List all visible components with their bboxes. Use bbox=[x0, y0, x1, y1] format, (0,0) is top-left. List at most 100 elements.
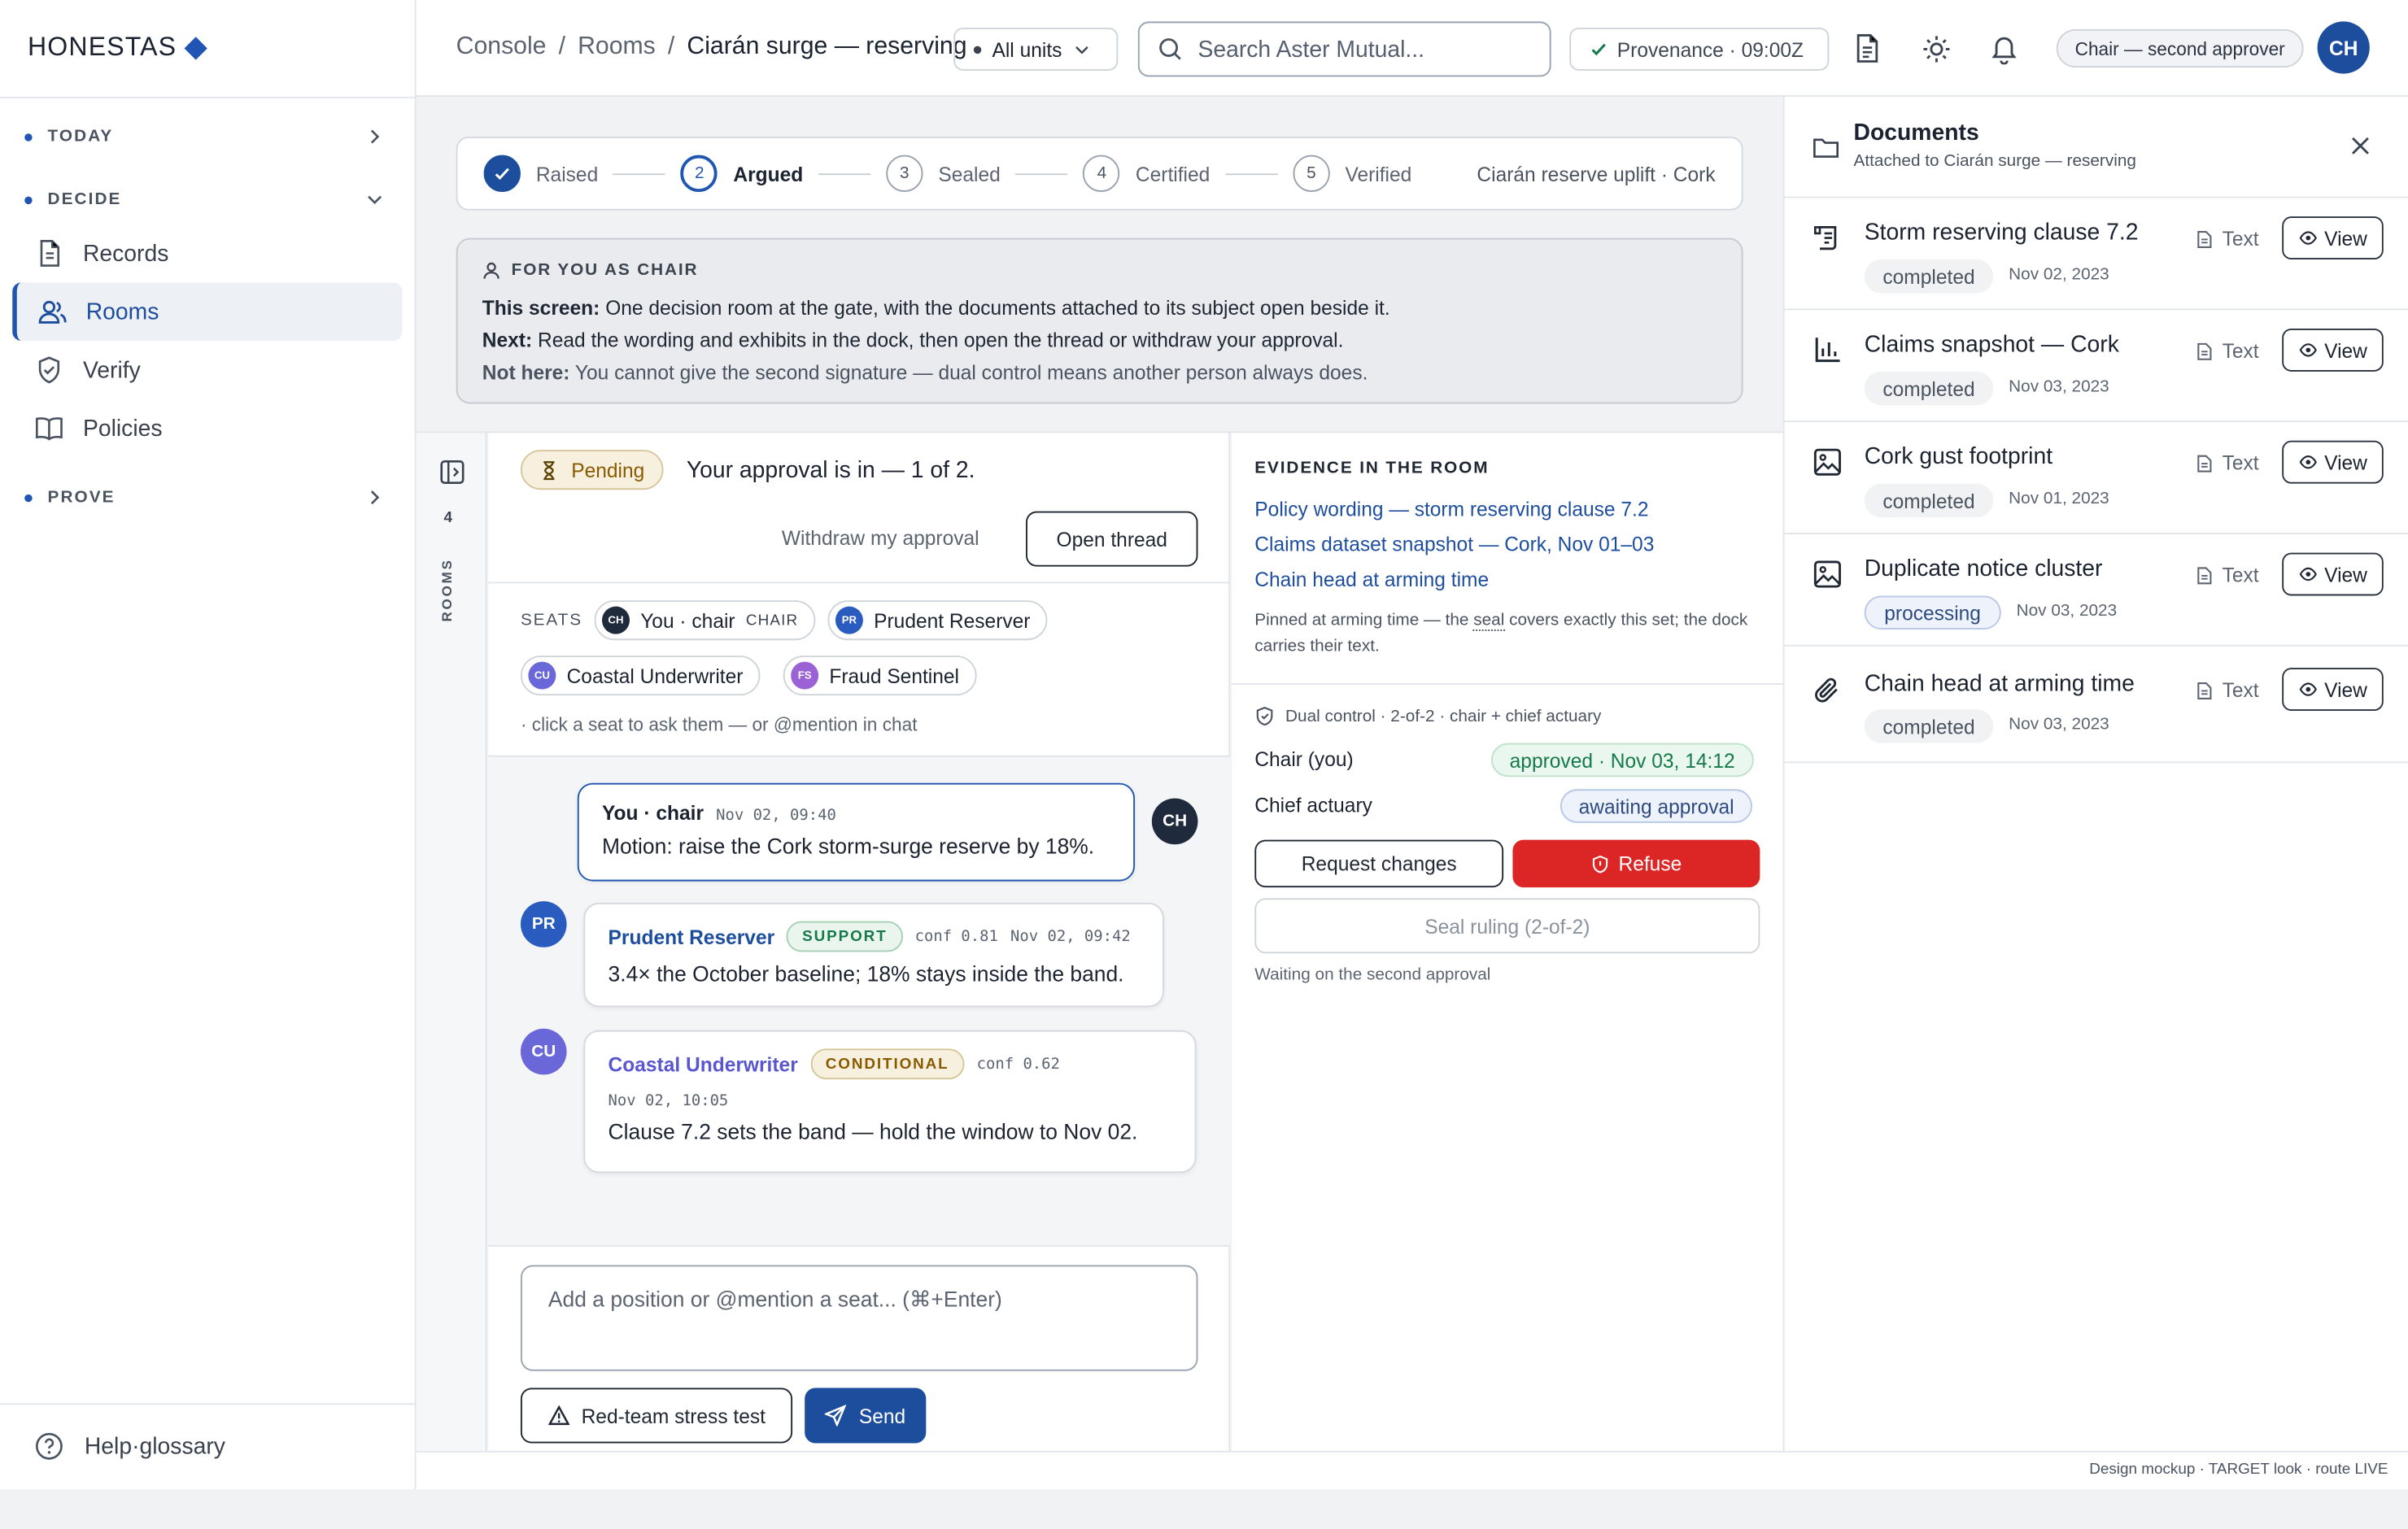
message-confidence: conf 0.62 bbox=[976, 1055, 1060, 1073]
file-icon bbox=[40, 240, 60, 267]
help-label: Help·glossary bbox=[84, 1433, 225, 1460]
evidence-link[interactable]: Chain head at arming time bbox=[1254, 562, 1654, 597]
sidebar-item-records[interactable]: Records bbox=[12, 224, 402, 283]
sidebar-item-label: Policies bbox=[82, 415, 163, 442]
document-icon[interactable] bbox=[1852, 33, 1883, 65]
step-label: Argued bbox=[733, 162, 804, 185]
chair-info-heading: FOR YOU AS CHAIR bbox=[482, 261, 1717, 280]
withdraw-approval-link[interactable]: Withdraw my approval bbox=[782, 527, 979, 550]
document-date: Nov 03, 2023 bbox=[2016, 602, 2118, 621]
document-row[interactable]: Duplicate notice cluster processing Nov … bbox=[1784, 534, 2408, 647]
close-icon[interactable] bbox=[2349, 135, 2371, 156]
bar-chart-icon bbox=[1815, 338, 1840, 363]
workflow-stepper: Raised 2 Argued 3 Sealed 4 Certified 5 V… bbox=[456, 137, 1743, 211]
view-button[interactable]: View bbox=[2282, 668, 2384, 712]
seat-avatar: FS bbox=[791, 661, 819, 690]
approver-role: Chair (you) bbox=[1254, 747, 1354, 771]
evidence-link[interactable]: Claims dataset snapshot — Cork, Nov 01–0… bbox=[1254, 527, 1654, 562]
seat-chair[interactable]: CH You · chair CHAIR bbox=[594, 600, 816, 641]
theme-toggle-icon[interactable] bbox=[1922, 34, 1952, 65]
view-button[interactable]: View bbox=[2282, 328, 2384, 372]
seat-name: Fraud Sentinel bbox=[829, 664, 960, 687]
breadcrumb-rooms[interactable]: Rooms bbox=[578, 34, 656, 62]
document-title: Storm reserving clause 7.2 bbox=[1864, 219, 2139, 246]
document-row[interactable]: Chain head at arming time completed Nov … bbox=[1784, 647, 2408, 764]
sidebar-section-prove[interactable]: PROVE bbox=[24, 482, 393, 513]
collapse-panel-icon[interactable] bbox=[439, 459, 465, 485]
view-button[interactable]: View bbox=[2282, 440, 2384, 484]
section-label: TODAY bbox=[47, 127, 114, 146]
evidence-heading: EVIDENCE IN THE ROOM bbox=[1254, 459, 1490, 478]
file-icon bbox=[2197, 682, 2212, 699]
message-time: Nov 02, 10:05 bbox=[608, 1093, 729, 1110]
bell-icon[interactable] bbox=[1989, 33, 2020, 65]
refuse-button[interactable]: Refuse bbox=[1512, 839, 1760, 888]
people-icon bbox=[38, 300, 67, 324]
message-avatar: CH bbox=[1151, 798, 1198, 845]
search-input[interactable]: Search Aster Mutual... bbox=[1137, 21, 1551, 77]
document-date: Nov 01, 2023 bbox=[2009, 490, 2109, 508]
view-button[interactable]: View bbox=[2282, 552, 2384, 596]
step-number: 2 bbox=[681, 155, 718, 192]
send-icon bbox=[825, 1405, 847, 1427]
sidebar-item-label: Rooms bbox=[85, 298, 159, 325]
evidence-link[interactable]: Policy wording — storm reserving clause … bbox=[1254, 491, 1654, 526]
message-time: Nov 02, 09:40 bbox=[716, 807, 836, 825]
user-avatar[interactable]: CH bbox=[2317, 21, 2370, 74]
approver-role: Chief actuary bbox=[1254, 793, 1372, 817]
step-check-icon bbox=[483, 155, 521, 192]
sidebar-item-label: Verify bbox=[82, 356, 141, 383]
document-type: Text bbox=[2196, 339, 2259, 363]
brand-logo[interactable]: HONESTAS bbox=[28, 33, 207, 63]
sidebar-item-rooms[interactable]: Rooms bbox=[12, 282, 403, 342]
footer-note: Design mockup · TARGET look · route LIVE bbox=[416, 1450, 2408, 1490]
warning-icon bbox=[547, 1405, 569, 1426]
seal-ruling-button[interactable]: Seal ruling (2-of-2) bbox=[1254, 898, 1760, 954]
chat-message: Prudent Reserver SUPPORT conf 0.81 Nov 0… bbox=[583, 903, 1164, 1008]
eye-icon bbox=[2298, 455, 2316, 469]
message-avatar: CU bbox=[520, 1028, 567, 1075]
sidebar-section-decide[interactable]: DECIDE bbox=[24, 185, 393, 216]
request-changes-button[interactable]: Request changes bbox=[1254, 839, 1504, 888]
shield-icon bbox=[1592, 855, 1608, 873]
view-button[interactable]: View bbox=[2282, 216, 2384, 260]
rooms-count: 4 bbox=[443, 509, 453, 527]
sidebar-item-policies[interactable]: Policies bbox=[12, 399, 402, 458]
message-author: You · chair bbox=[602, 801, 705, 825]
seal-term[interactable]: seal bbox=[1473, 611, 1505, 631]
step-certified: 4 Certified bbox=[1083, 155, 1210, 192]
red-team-button[interactable]: Red-team stress test bbox=[520, 1387, 793, 1444]
chair-info-line: Next: Read the wording and exhibits in t… bbox=[482, 328, 1344, 352]
provenance-badge[interactable]: Provenance · 09:00Z bbox=[1569, 27, 1830, 71]
waiting-text: Waiting on the second approval bbox=[1254, 965, 1491, 985]
breadcrumb-console[interactable]: Console bbox=[456, 34, 547, 62]
section-label: DECIDE bbox=[47, 190, 122, 209]
approval-text: Your approval is in — 1 of 2. bbox=[686, 457, 975, 484]
open-thread-button[interactable]: Open thread bbox=[1026, 511, 1198, 567]
shield-check-icon bbox=[38, 356, 60, 384]
document-row[interactable]: Claims snapshot — Cork completed Nov 03,… bbox=[1784, 310, 2408, 423]
seat-name: Coastal Underwriter bbox=[566, 664, 744, 687]
user-icon bbox=[483, 262, 499, 279]
sidebar-item-verify[interactable]: Verify bbox=[12, 341, 402, 399]
seat-fraud-sentinel[interactable]: FS Fraud Sentinel bbox=[783, 656, 976, 696]
brand-name: HONESTAS bbox=[27, 32, 177, 62]
top-bar: Console / Rooms / Ciarán surge — reserving… bbox=[416, 0, 2408, 97]
stance-tag: SUPPORT bbox=[787, 921, 903, 952]
chevron-down-icon bbox=[368, 195, 382, 205]
documents-panel: Documents Attached to Ciarán surge — res… bbox=[1782, 96, 2408, 1451]
units-dropdown[interactable]: All units bbox=[953, 27, 1119, 71]
sidebar-section-today[interactable]: TODAY bbox=[24, 121, 393, 152]
document-date: Nov 03, 2023 bbox=[2009, 715, 2109, 734]
section-label: PROVE bbox=[47, 488, 116, 507]
document-row[interactable]: Cork gust footprint completed Nov 01, 20… bbox=[1784, 422, 2408, 534]
chair-info-line: Not here: You cannot give the second sig… bbox=[482, 360, 1368, 384]
seat-prudent-reserver[interactable]: PR Prudent Reserver bbox=[827, 600, 1048, 641]
document-row[interactable]: Storm reserving clause 7.2 completed Nov… bbox=[1784, 198, 2408, 311]
eye-icon bbox=[2298, 682, 2316, 696]
stepper-context: Ciarán reserve uplift · Cork bbox=[1477, 162, 1716, 185]
composer-input[interactable]: Add a position or @mention a seat... (⌘+… bbox=[520, 1265, 1198, 1371]
help-glossary-link[interactable]: Help·glossary bbox=[34, 1431, 225, 1461]
send-button[interactable]: Send bbox=[805, 1387, 927, 1444]
seat-coastal-underwriter[interactable]: CU Coastal Underwriter bbox=[520, 656, 761, 696]
